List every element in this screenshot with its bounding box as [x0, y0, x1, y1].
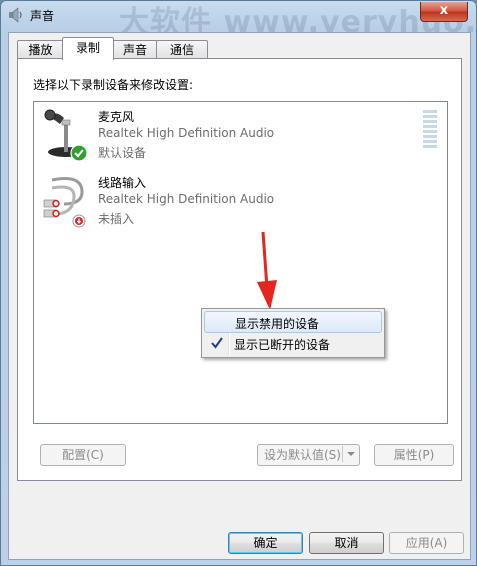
default-checkmark-icon: [70, 144, 88, 162]
menu-item-show-disconnected[interactable]: 显示已断开的设备: [204, 333, 382, 355]
instruction-text: 选择以下录制设备来修改设置:: [33, 78, 194, 92]
device-status: 默认设备: [98, 146, 147, 160]
chevron-down-icon[interactable]: [347, 452, 355, 456]
device-name: 麦克风: [98, 110, 135, 124]
device-status: 未插入: [98, 212, 135, 226]
ok-button[interactable]: 确定: [228, 532, 303, 554]
checkmark-icon: [211, 337, 223, 349]
sound-dialog: 声音 大软件 www.veryhuo.com x 播放 录制 声音 通信 选择以…: [0, 0, 477, 566]
split-separator: [342, 446, 343, 462]
menu-item-label: 显示已断开的设备: [234, 338, 331, 352]
tab-sounds[interactable]: 声音: [112, 40, 158, 59]
title-bar[interactable]: 声音 大软件 www.veryhuo.com x: [1, 1, 476, 40]
menu-item-show-disabled[interactable]: 显示禁用的设备: [204, 311, 382, 333]
device-driver: Realtek High Definition Audio: [98, 192, 275, 206]
device-name: 线路输入: [98, 176, 147, 190]
device-item-line-in[interactable]: 线路输入 Realtek High Definition Audio 未插入: [34, 172, 414, 234]
dialog-client-area: 播放 录制 声音 通信 选择以下录制设备来修改设置: 麦克风 Realtek H…: [8, 32, 471, 560]
recording-device-list[interactable]: 麦克风 Realtek High Definition Audio 默认设备 线…: [33, 101, 448, 424]
set-default-button[interactable]: 设为默认值(S): [257, 444, 360, 466]
unplugged-icon: [72, 214, 86, 228]
level-meter-icon: [423, 110, 437, 148]
tab-recording[interactable]: 录制: [62, 37, 114, 60]
properties-button[interactable]: 属性(P): [374, 444, 454, 466]
configure-button[interactable]: 配置(C): [40, 444, 126, 466]
tab-communications[interactable]: 通信: [156, 40, 208, 59]
context-menu: 显示禁用的设备 显示已断开的设备: [201, 308, 385, 358]
cancel-button[interactable]: 取消: [309, 532, 384, 554]
menu-item-label: 显示禁用的设备: [235, 317, 320, 331]
tab-playback[interactable]: 播放: [17, 40, 64, 59]
device-driver: Realtek High Definition Audio: [98, 126, 275, 140]
window-title: 声音: [30, 9, 55, 23]
apply-button[interactable]: 应用(A): [389, 532, 464, 554]
device-item-microphone[interactable]: 麦克风 Realtek High Definition Audio 默认设备: [34, 106, 414, 168]
speaker-icon: [9, 7, 22, 23]
annotation-arrow-icon: [257, 231, 277, 310]
set-default-split-button[interactable]: 设为默认值(S): [257, 444, 360, 466]
close-button[interactable]: x: [420, 2, 468, 22]
recording-tab-panel: 选择以下录制设备来修改设置: 麦克风 Realtek High Definiti…: [17, 58, 462, 481]
